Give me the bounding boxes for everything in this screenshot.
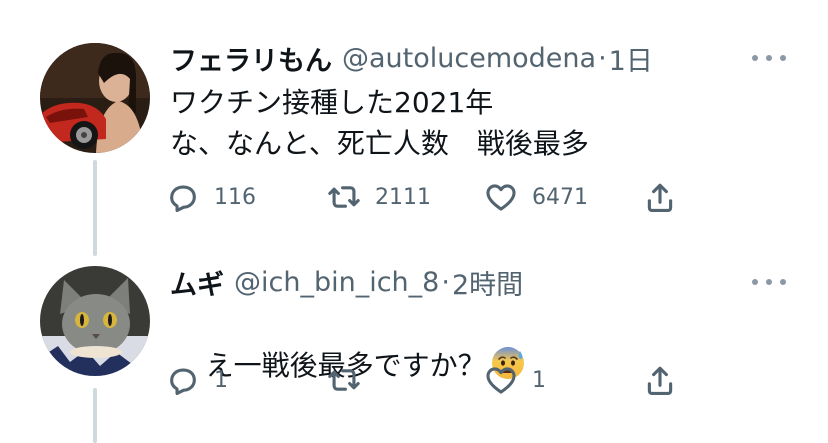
reply-button[interactable]: 1 [166,360,228,400]
like-button[interactable]: 1 [484,360,546,400]
retweet-button[interactable]: 2111 [327,177,431,217]
retweet-icon [328,186,360,208]
reply-button[interactable]: 116 [166,177,256,217]
avatar[interactable] [40,43,150,153]
separator-dot: · [598,42,607,74]
share-button[interactable] [643,361,677,401]
like-count: 1 [532,367,546,393]
share-button[interactable] [643,178,677,218]
like-button[interactable]: 6471 [484,177,588,217]
retweet-button[interactable] [327,360,375,400]
retweet-count: 2111 [375,184,431,210]
avatar[interactable] [40,266,150,376]
heart-icon [486,184,516,211]
tweet-text-line-2: な、なんと、死亡人数 戦後最多 [170,127,589,160]
timestamp[interactable]: 1日 [609,39,653,78]
thread-line-top [93,160,97,256]
more-options-icon[interactable] [752,48,786,68]
heart-icon [486,367,516,394]
reply-count: 116 [214,184,256,210]
separator-dot: · [441,266,450,298]
retweet-icon [328,369,360,391]
reply-count: 1 [214,367,228,393]
reply-icon [170,368,196,396]
share-icon [647,366,673,396]
user-handle[interactable]: @autolucemodena [342,43,596,74]
tweet-header: ムギ @ich_bin_ich_8 · 2時間 [170,263,523,302]
tweet-header: フェラリもん @autolucemodena · 1日 [170,39,653,78]
thread-line-bottom [93,388,97,443]
like-count: 6471 [532,184,588,210]
woman-with-red-car-avatar-icon [40,43,150,153]
timestamp[interactable]: 2時間 [452,263,523,302]
display-name[interactable]: ムギ [170,263,224,302]
display-name[interactable]: フェラリもん [170,39,332,78]
gray-cat-avatar-icon [40,266,150,376]
tweet-text-line-1: ワクチン接種した2021年 [170,86,494,119]
reply-icon [170,185,196,213]
more-options-icon[interactable] [752,272,786,292]
share-icon [647,183,673,213]
user-handle[interactable]: @ich_bin_ich_8 [234,267,439,298]
